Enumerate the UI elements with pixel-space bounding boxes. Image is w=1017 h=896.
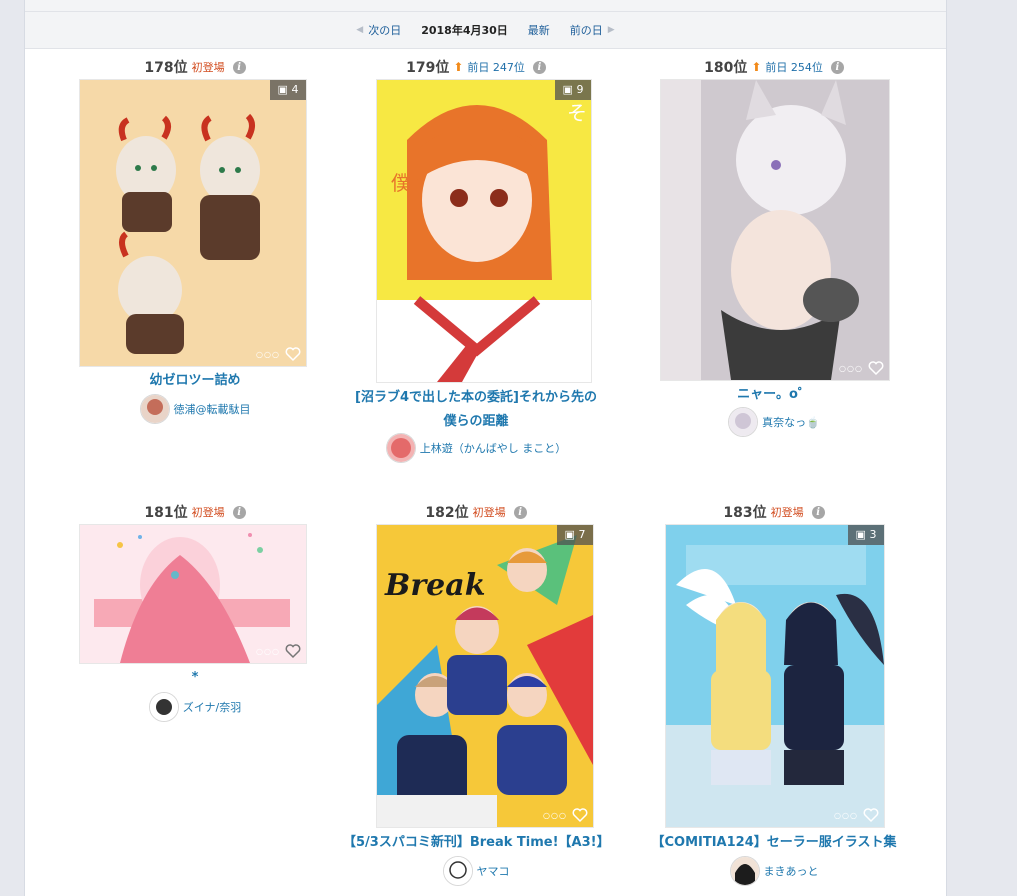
svg-text:Break: Break <box>384 568 485 603</box>
rank-number: 182位 <box>425 505 469 521</box>
page-count: 3 <box>869 528 877 541</box>
author-name[interactable]: まきあっと <box>764 863 819 879</box>
author-link[interactable]: ヤマコ <box>343 856 609 886</box>
new-entry-badge: 初登場 <box>770 506 804 519</box>
heart-icon[interactable] <box>863 807 879 823</box>
page-count-badge: ▣ 3 <box>848 525 884 545</box>
more-icon[interactable]: ○○○ <box>543 811 567 820</box>
rank-row: 182位 初登場 i <box>343 504 609 521</box>
heart-icon[interactable] <box>285 643 301 659</box>
artwork-title[interactable]: 【COMITIA124】セーラー服イラスト集 <box>640 833 908 853</box>
more-icon[interactable]: ○○○ <box>834 811 858 820</box>
new-entry-badge: 初登場 <box>191 506 225 519</box>
artwork-thumbnail[interactable]: Break ○○○ ▣ 7 <box>376 524 594 828</box>
avatar[interactable] <box>442 856 473 886</box>
ranking-item: 182位 初登場 i Break ○○○ ▣ 7 【5/3スパコミ新刊】Brea… <box>343 0 610 890</box>
heart-icon[interactable] <box>572 807 588 823</box>
artwork-thumbnail[interactable]: ○○○ <box>79 524 307 664</box>
artwork-thumbnail[interactable]: ○○○ ▣ 3 <box>665 524 885 828</box>
info-icon[interactable]: i <box>513 505 527 519</box>
rank-row: 181位 初登場 i <box>55 504 335 521</box>
artwork-title[interactable]: * <box>55 668 335 688</box>
ranking-item: 183位 初登場 i ○○○ ▣ 3 【COMITIA124】セーラー服イラスト… <box>640 0 908 890</box>
artwork-title[interactable]: 【5/3スパコミ新刊】Break Time!【A3!】 <box>343 833 610 853</box>
avatar[interactable] <box>729 856 760 886</box>
author-link[interactable]: ズイナ/奈羽 <box>55 692 335 722</box>
rank-number: 181位 <box>144 505 188 521</box>
page-count-badge: ▣ 7 <box>557 525 593 545</box>
info-icon[interactable]: i <box>232 505 246 519</box>
new-entry-badge: 初登場 <box>472 506 506 519</box>
author-name[interactable]: ヤマコ <box>477 863 510 879</box>
rank-row: 183位 初登場 i <box>640 504 908 521</box>
rank-number: 183位 <box>723 505 767 521</box>
avatar[interactable] <box>148 692 179 722</box>
author-name[interactable]: ズイナ/奈羽 <box>183 699 242 715</box>
ranking-item: 181位 初登場 i ○○○ * ズイナ/奈羽 <box>55 0 335 760</box>
author-link[interactable]: まきあっと <box>640 856 908 886</box>
page-count: 7 <box>578 528 586 541</box>
more-icon[interactable]: ○○○ <box>256 647 280 656</box>
info-icon[interactable]: i <box>811 505 825 519</box>
